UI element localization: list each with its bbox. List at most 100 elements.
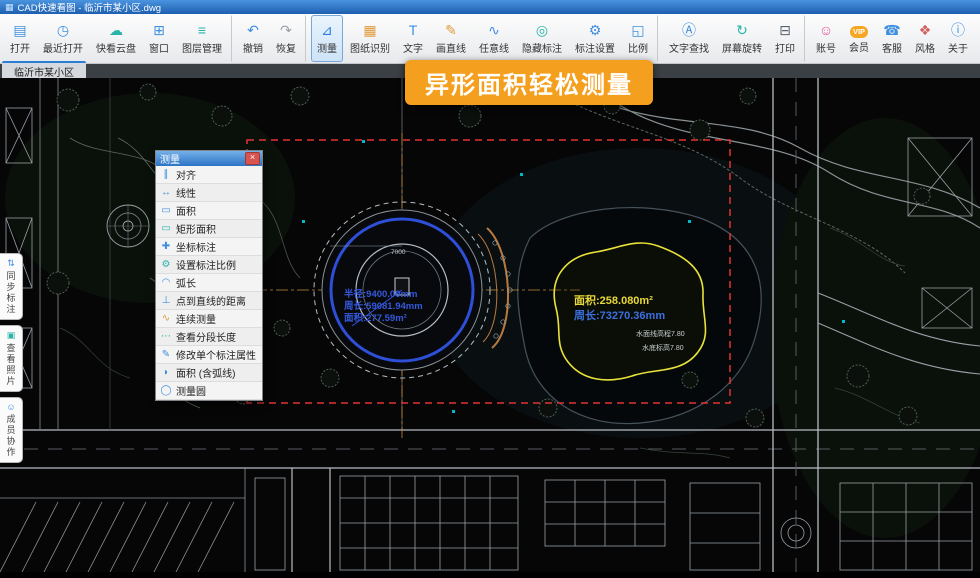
measure-tool-label: 面积 (含弧线) (176, 365, 235, 380)
toolbar-button-service[interactable]: ☎ 客服 (876, 15, 908, 62)
toolbar-button-hide-annotation[interactable]: ◎ 隐藏标注 (516, 15, 568, 62)
toolbar-label: 图层管理 (182, 40, 222, 55)
blob-area-text: 面积:258.080m² (574, 293, 653, 307)
toolbar-button-open[interactable]: ▤ 打开 (4, 15, 36, 62)
toolbar-label: 测量 (317, 40, 337, 55)
measure-tool[interactable]: ⚙ 设置标注比例 (156, 256, 262, 274)
toolbar-icon: ⊿ (321, 22, 333, 39)
measure-tool-label: 弧长 (176, 275, 196, 290)
toolbar-icon: ⚙ (589, 22, 602, 39)
toolbar-label: 窗口 (149, 40, 169, 55)
measure-tool-icon: ∥ (160, 169, 172, 180)
toolbar-icon: ⊟ (779, 22, 791, 39)
measure-tool[interactable]: ◯ 测量圆 (156, 382, 262, 400)
measure-tool[interactable]: ↔ 线性 (156, 184, 262, 202)
cad-canvas[interactable]: 7000 半径:9400.00mm 周长:59081.94mm 面积:277.5… (0, 78, 980, 572)
toolbar-button-screen-rotate[interactable]: ↻ 屏幕旋转 (716, 15, 768, 62)
toolbar-label: 快看云盘 (96, 40, 136, 55)
toolbar-button-scale[interactable]: ◱ 比例 (622, 15, 658, 62)
measure-tool[interactable]: ✎ 修改单个标注属性 (156, 346, 262, 364)
measure-tool-icon: ▭ (160, 223, 172, 234)
toolbar-icon: ☁ (109, 22, 123, 39)
blob-perimeter-text: 周长:73270.36mm (574, 308, 665, 322)
toolbar-icon: ✎ (445, 22, 457, 39)
toolbar-button-drawing-recognize[interactable]: ▦ 图纸识别 (344, 15, 396, 62)
toolbar-label: 最近打开 (43, 40, 83, 55)
measure-tool-label: 点到直线的距离 (176, 293, 246, 308)
measure-tool[interactable]: ▭ 面积 (156, 202, 262, 220)
toolbar-button-layer-manage[interactable]: ≡ 图层管理 (176, 15, 232, 62)
side-tab-icon: ⇅ (7, 258, 15, 269)
toolbar-label: 撤销 (243, 40, 263, 55)
side-tab-label: 成员协作 (5, 414, 18, 458)
toolbar-label: 打印 (775, 40, 795, 55)
measure-panel-items: ∥ 对齐 ↔ 线性 ▭ 面积 ▭ 矩形面积 (156, 166, 262, 400)
toolbar-button-text-find[interactable]: Ⓐ 文字查找 (663, 15, 715, 62)
toolbar-icon: T (409, 22, 418, 39)
measure-panel-titlebar[interactable]: 测量 × (156, 151, 262, 166)
measure-tool-icon: ⚙ (160, 259, 172, 270)
toolbar-button-account[interactable]: ☺ 账号 (810, 15, 842, 62)
measure-tool-icon: ↔ (160, 187, 172, 198)
cad-drawing: 7000 半径:9400.00mm 周长:59081.94mm 面积:277.5… (0, 78, 980, 572)
toolbar-label: 恢复 (276, 40, 296, 55)
measure-tool-icon: ∿ (160, 313, 172, 324)
pond-level-text: 水面线高程7.80 (636, 329, 685, 338)
measure-tool-label: 测量圆 (176, 383, 206, 398)
toolbar-button-recent-open[interactable]: ◷ 最近打开 (37, 15, 89, 62)
toolbar-button-text[interactable]: T 文字 (397, 15, 429, 62)
toolbar-icon: ⓘ (951, 22, 965, 39)
side-tab-label: 查看照片 (5, 343, 18, 387)
side-tab-sync-annotation[interactable]: ⇅ 同步标注 (0, 253, 23, 320)
toolbar-button-vip[interactable]: VIP 会员 (843, 15, 875, 62)
app-window: ▦ CAD快速看图 - 临沂市某小区.dwg ▤ 打开 ◷ 最近打开 ☁ 快看云… (0, 0, 980, 578)
toolbar-button-window[interactable]: ⊞ 窗口 (143, 15, 175, 62)
measure-tool-label: 查看分段长度 (176, 329, 236, 344)
close-icon[interactable]: × (245, 152, 260, 165)
toolbar-button-free-line[interactable]: ∿ 任意线 (473, 15, 515, 62)
toolbar-button-annotation-settings[interactable]: ⚙ 标注设置 (569, 15, 621, 62)
toolbar-button-print[interactable]: ⊟ 打印 (769, 15, 805, 62)
measure-tool[interactable]: ▭ 矩形面积 (156, 220, 262, 238)
measure-panel: 测量 × ∥ 对齐 ↔ 线性 ▭ 面积 (155, 150, 263, 401)
toolbar-label: 文字 (403, 40, 423, 55)
measure-tool-icon: ⋯ (160, 331, 172, 342)
toolbar-button-measure[interactable]: ⊿ 测量 (311, 15, 343, 62)
toolbar-button-site[interactable]: K 小站 (975, 15, 980, 62)
side-tab-icon: ☺ (6, 402, 15, 412)
measure-tool-icon: ◠ (160, 277, 172, 288)
toolbar-button-draw-line[interactable]: ✎ 画直线 (430, 15, 472, 62)
measure-tool[interactable]: ⋯ 查看分段长度 (156, 328, 262, 346)
toolbar-label: 隐藏标注 (522, 40, 562, 55)
toolbar-button-undo[interactable]: ↶ 撤销 (237, 15, 269, 62)
toolbar-label: 画直线 (436, 40, 466, 55)
toolbar-label: 打开 (10, 40, 30, 55)
toolbar-button-about[interactable]: ⓘ 关于 (942, 15, 974, 62)
toolbar-button-cloud-disk[interactable]: ☁ 快看云盘 (90, 15, 142, 62)
toolbar-icon: ↻ (736, 22, 748, 39)
toolbar-button-redo[interactable]: ↷ 恢复 (270, 15, 306, 62)
measure-tool[interactable]: ◗ 面积 (含弧线) (156, 364, 262, 382)
side-tab-view-photos[interactable]: ▣ 查看照片 (0, 325, 23, 392)
toolbar-icon: ↷ (280, 22, 292, 39)
measure-tool-icon: ✚ (160, 241, 172, 252)
measure-tool[interactable]: ⊥ 点到直线的距离 (156, 292, 262, 310)
main-toolbar: ▤ 打开 ◷ 最近打开 ☁ 快看云盘 ⊞ 窗口 ≡ 图层管理 (0, 14, 980, 64)
side-tab-label: 同步标注 (5, 271, 18, 315)
measure-tool[interactable]: ✚ 坐标标注 (156, 238, 262, 256)
side-tab-member-collab[interactable]: ☺ 成员协作 (0, 397, 23, 463)
toolbar-label: 客服 (882, 40, 902, 55)
toolbar-button-style[interactable]: ❖ 风格 (909, 15, 941, 62)
promo-banner: 异形面积轻松测量 (405, 60, 653, 105)
measure-tool-label: 坐标标注 (176, 239, 216, 254)
measure-tool[interactable]: ∥ 对齐 (156, 166, 262, 184)
toolbar-icon: ◎ (536, 22, 548, 39)
toolbar-icon: ❖ (919, 22, 932, 39)
dim-label: 7000 (391, 249, 406, 256)
measure-tool-icon: ▭ (160, 205, 172, 216)
measure-tool[interactable]: ◠ 弧长 (156, 274, 262, 292)
measure-tool[interactable]: ∿ 连续测量 (156, 310, 262, 328)
toolbar-icon: Ⓐ (682, 22, 696, 39)
app-icon: ▦ (5, 2, 14, 13)
measure-tool-label: 对齐 (176, 167, 196, 182)
